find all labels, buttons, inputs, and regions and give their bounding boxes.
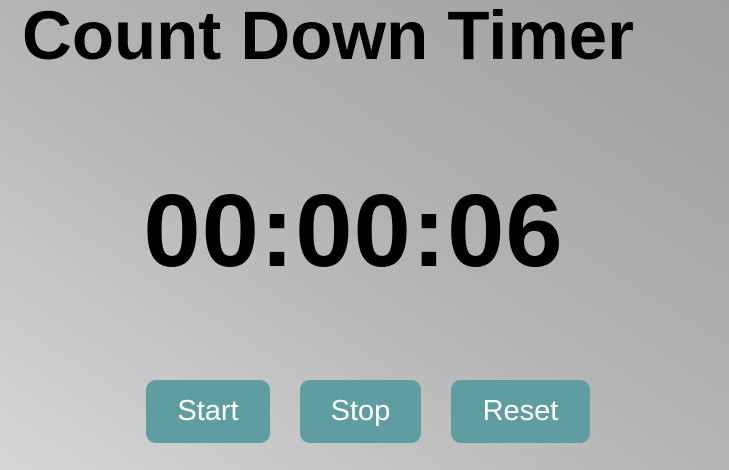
countdown-display: 00:00:06 — [0, 176, 729, 286]
page-title: Count Down Timer — [22, 0, 635, 74]
stop-button[interactable]: Stop — [300, 380, 421, 443]
start-button[interactable]: Start — [146, 380, 270, 443]
countdown-value: 00:00:06 — [143, 173, 564, 288]
reset-button[interactable]: Reset — [451, 380, 590, 443]
